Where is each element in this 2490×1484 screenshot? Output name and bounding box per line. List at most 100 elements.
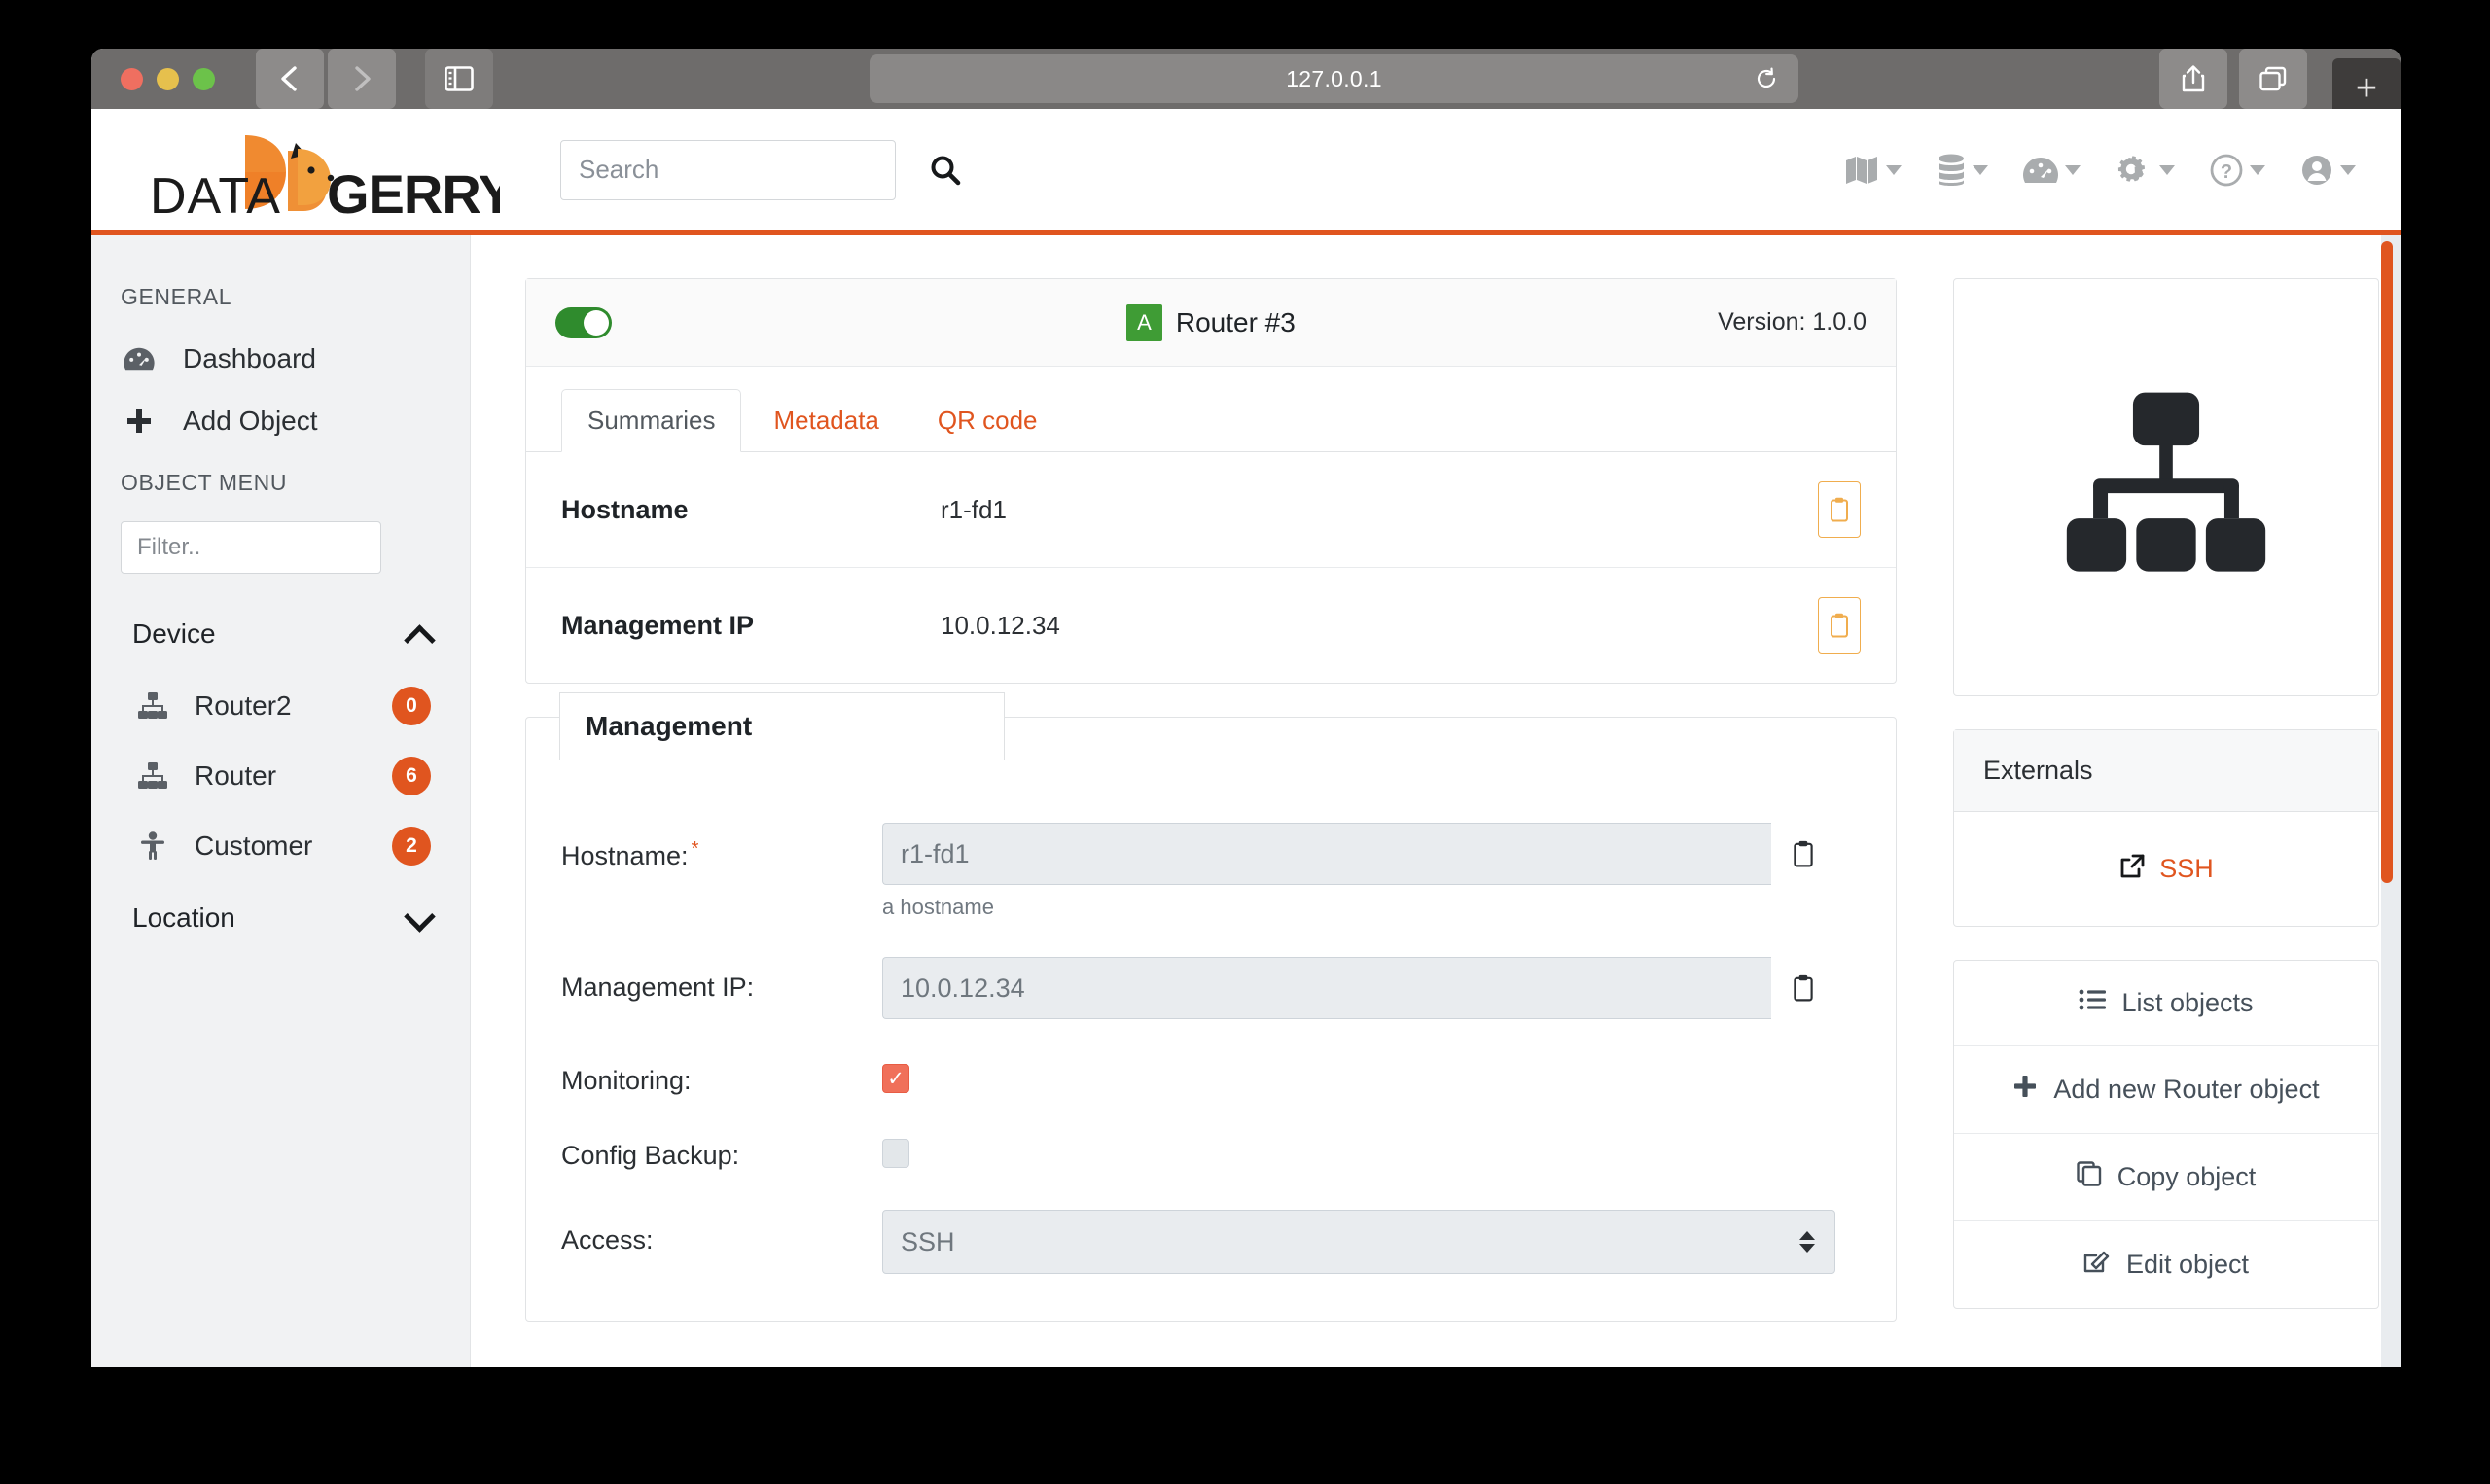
external-link-ssh[interactable]: SSH (1954, 812, 2378, 926)
action-label: Copy object (2116, 1162, 2257, 1191)
maximize-window-button[interactable] (193, 67, 215, 90)
sidebar-filter-input[interactable] (121, 521, 381, 574)
sidebar-group-device[interactable]: Device (91, 597, 470, 671)
action-add-new-router-object[interactable]: Add new Router object (1954, 1046, 2378, 1134)
sidebar-item-customer[interactable]: Customer 2 (91, 811, 470, 881)
status-badge: 2 (392, 827, 431, 866)
search-input[interactable] (560, 139, 896, 200)
object-column: A Router #3 Version: 1.0.0 Summaries Met… (525, 278, 1897, 1367)
datagerry-logo[interactable]: DATA GERRY (150, 122, 500, 223)
object-tabs: Summaries Metadata QR code (526, 367, 1896, 452)
status-badge: 6 (392, 757, 431, 795)
object-version: Version: 1.0.0 (1718, 308, 1867, 336)
form-row-management-ip: Management IP: (561, 957, 1861, 1019)
address-bar[interactable]: 127.0.0.1 (870, 54, 1798, 103)
action-copy-object[interactable]: Copy object (1954, 1134, 2378, 1221)
list-icon (2079, 988, 2107, 1018)
sitemap-icon (132, 692, 173, 720)
summary-value: 10.0.12.34 (941, 610, 1060, 640)
page-title: Router #3 (1175, 306, 1296, 337)
external-link-label: SSH (2159, 854, 2214, 883)
chevron-down-icon (2065, 164, 2081, 175)
sitemap-icon (2060, 388, 2272, 587)
cogs-icon[interactable] (2116, 154, 2175, 187)
sidebar-group-label: Location (132, 902, 235, 933)
tab-overview-icon[interactable] (2239, 49, 2307, 109)
externals-title: Externals (1954, 730, 2378, 812)
sidebar-item-router2[interactable]: Router2 0 (91, 671, 470, 741)
database-icon[interactable] (1937, 154, 1988, 187)
sidebar-group-location[interactable]: Location (91, 881, 470, 955)
sidebar-item-router[interactable]: Router 6 (91, 741, 470, 811)
share-icon[interactable] (2159, 49, 2227, 109)
summary-value: r1-fd1 (941, 494, 1007, 524)
monitoring-checkbox[interactable]: ✓ (882, 1064, 909, 1093)
form-field: a hostname (882, 823, 1835, 920)
chevron-up-icon (406, 621, 431, 647)
tab-summaries[interactable]: Summaries (561, 389, 742, 452)
hostname-field[interactable] (882, 823, 1771, 885)
question-circle-icon[interactable]: ? (2210, 154, 2265, 187)
app-body: GENERAL Dashboard Add Object OBJECT MENU (91, 235, 2401, 1367)
object-active-toggle[interactable] (555, 306, 612, 338)
action-label: Edit object (2125, 1250, 2250, 1279)
externals-card: Externals SSH (1953, 729, 2379, 927)
summary-label: Management IP (561, 610, 755, 640)
browser-titlebar: 127.0.0.1 + (91, 49, 2401, 119)
summary-label: Hostname (561, 494, 689, 524)
tab-qr-code[interactable]: QR code (911, 389, 1064, 452)
sidebar-toggle-icon[interactable] (425, 49, 493, 109)
access-select-value: SSH (901, 1226, 955, 1256)
form-row-access: Access: SSH (561, 1210, 1861, 1274)
action-list-objects[interactable]: List objects (1954, 961, 2378, 1046)
form-field: SSH (882, 1210, 1835, 1274)
plus-icon (2012, 1074, 2038, 1106)
external-link-icon (2118, 853, 2146, 885)
minimize-window-button[interactable] (157, 67, 179, 90)
required-marker: * (691, 838, 699, 860)
action-label: List objects (2121, 988, 2254, 1017)
form-field (882, 957, 1835, 1019)
copy-icon[interactable] (1818, 597, 1861, 654)
svg-text:DATA: DATA (150, 168, 281, 223)
form-row-hostname: Hostname:* a hostname (561, 823, 1861, 920)
sidebar-heading-general: GENERAL (121, 284, 232, 309)
sidebar-item-add-object[interactable]: Add Object (91, 390, 470, 452)
back-button[interactable] (256, 49, 324, 109)
tab-metadata[interactable]: Metadata (747, 389, 905, 452)
sidebar-item-dashboard[interactable]: Dashboard (91, 328, 470, 390)
reload-icon[interactable] (1754, 66, 1779, 97)
user-circle-icon[interactable] (2300, 154, 2356, 187)
copy-icon[interactable] (1818, 481, 1861, 538)
object-card-header: A Router #3 Version: 1.0.0 (526, 279, 1896, 367)
sidebar-item-label: Add Object (183, 406, 318, 436)
action-label: Add new Router object (2053, 1075, 2320, 1104)
forward-button[interactable] (328, 49, 396, 109)
copy-icon[interactable] (1771, 957, 1835, 1019)
access-select[interactable]: SSH (882, 1210, 1835, 1274)
management-ip-field[interactable] (882, 957, 1771, 1019)
config-backup-checkbox[interactable] (882, 1139, 909, 1168)
form-label: Hostname: * (561, 823, 882, 871)
form-label: Monitoring: (561, 1066, 692, 1095)
sidebar-heading-object-menu: OBJECT MENU (121, 470, 288, 495)
action-edit-object[interactable]: Edit object (1954, 1221, 2378, 1308)
search-icon[interactable] (929, 154, 962, 187)
header-icon-bar: ? (1844, 154, 2356, 187)
page-scrollbar-thumb[interactable] (2381, 241, 2393, 883)
plus-icon (123, 406, 156, 436)
copy-icon[interactable] (1771, 823, 1835, 885)
chevron-down-icon (2159, 164, 2175, 175)
form-label: Management IP: (561, 972, 755, 1002)
close-window-button[interactable] (121, 67, 143, 90)
object-type-icon-card (1953, 278, 2379, 696)
tachometer-icon[interactable] (2023, 156, 2081, 185)
form-label: Access: (561, 1225, 654, 1254)
app-header: DATA GERRY Search ? (91, 109, 2401, 235)
svg-text:GERRY: GERRY (327, 163, 500, 223)
sidebar-item-label: Dashboard (183, 343, 316, 373)
chevron-down-icon (406, 905, 431, 931)
map-icon[interactable] (1844, 156, 1902, 185)
chevron-down-icon (2340, 164, 2356, 175)
edit-icon (2083, 1249, 2111, 1281)
